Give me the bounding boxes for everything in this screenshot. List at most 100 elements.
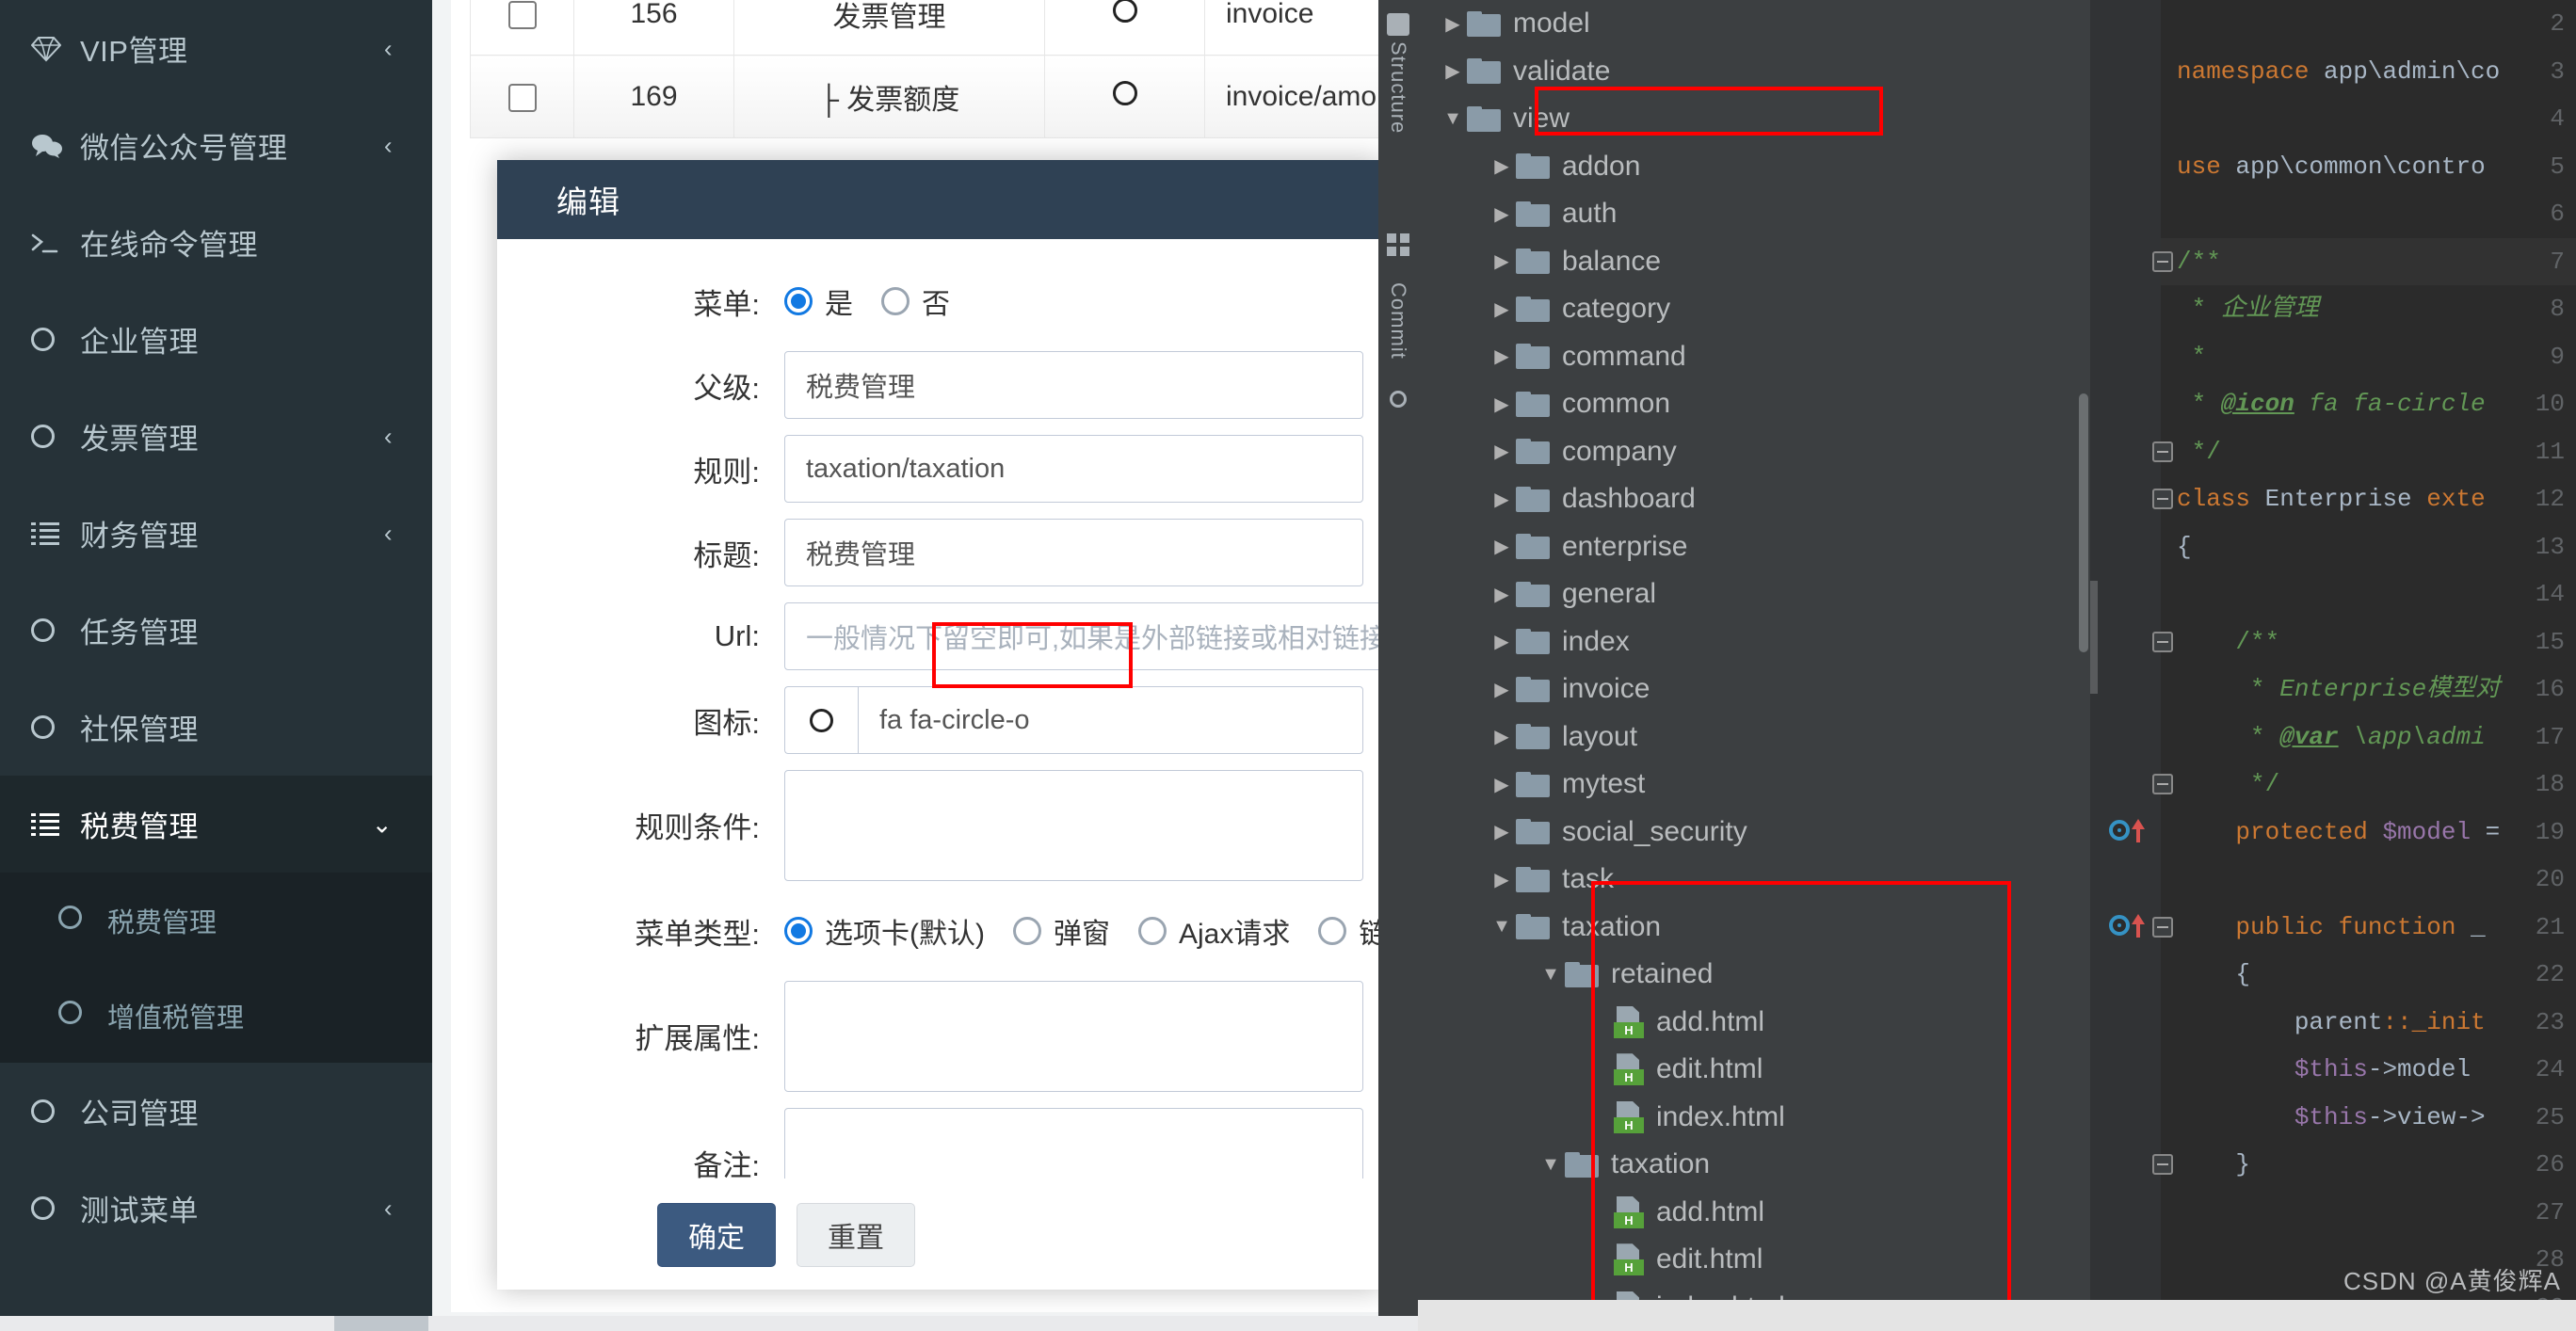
url-input[interactable]: 一般情况下留空即可,如果是外部链接或相对链接请输入 [784, 602, 1382, 670]
chevron-right-icon[interactable]: ▶ [1488, 249, 1516, 273]
tree-folder-row[interactable]: ▶ company [1418, 428, 2090, 476]
editor-code-line[interactable]: * [2177, 333, 2576, 381]
tree-folder-row[interactable]: ▶ social_security [1418, 809, 2090, 857]
sidebar-item-4[interactable]: 发票管理 ‹ [0, 388, 432, 485]
radio-menu-no[interactable]: 否 [881, 281, 950, 322]
chevron-right-icon[interactable]: ▶ [1488, 583, 1516, 606]
commit-icon[interactable] [1390, 391, 1407, 408]
editor-code-line[interactable]: parent::_init [2177, 999, 2576, 1047]
tool-label-commit[interactable]: Commit [1386, 282, 1410, 360]
grid-icon[interactable] [1387, 233, 1409, 256]
editor-code-line[interactable] [2177, 570, 2576, 618]
row-checkbox-cell[interactable] [470, 0, 574, 56]
radio-menu-type-3[interactable]: 链接 [1318, 910, 1382, 952]
radio-group-menu[interactable]: 是 否 [784, 281, 1363, 322]
editor-code-line[interactable]: public function _ [2177, 904, 2576, 952]
chevron-right-icon[interactable]: ▶ [1488, 535, 1516, 558]
editor-code-line[interactable]: { [2177, 523, 2576, 571]
sidebar-item-9[interactable]: 公司管理 [0, 1063, 432, 1160]
chevron-down-icon[interactable]: ▼ [1488, 916, 1516, 938]
sidebar-item-0[interactable]: VIP管理 ‹ [0, 0, 432, 97]
tree-folder-row[interactable]: ▶ task [1418, 856, 2090, 904]
editor-code-line[interactable]: * @icon fa fa-circle [2177, 380, 2576, 428]
tree-folder-row[interactable]: ▶ auth [1418, 190, 2090, 238]
chevron-right-icon[interactable]: ▶ [1488, 202, 1516, 226]
chevron-right-icon[interactable]: ▶ [1488, 725, 1516, 748]
chevron-right-icon[interactable]: ▶ [1488, 678, 1516, 701]
editor-code-line[interactable]: /** [2177, 238, 2576, 286]
extend-textarea[interactable] [784, 981, 1363, 1092]
editor-code-line[interactable]: $this->model [2177, 1046, 2576, 1094]
editor-code-line[interactable]: * 企业管理 [2177, 285, 2576, 333]
chevron-down-icon[interactable]: ▼ [1537, 964, 1565, 986]
project-file-tree[interactable]: ▶ model ▶ validate ▼ view ▶ addon ▶ auth ▶ balance ▶… [1418, 0, 2090, 1331]
condition-textarea[interactable] [784, 770, 1363, 881]
sidebar-item-3[interactable]: 企业管理 [0, 291, 432, 388]
rule-input[interactable]: taxation/taxation [784, 435, 1363, 503]
code-fold-icon[interactable] [2152, 489, 2173, 509]
tree-folder-row[interactable]: ▶ validate [1418, 48, 2090, 96]
editor-code-line[interactable]: use app\common\contro [2177, 143, 2576, 191]
code-fold-icon[interactable] [2152, 774, 2173, 794]
project-icon[interactable] [1387, 13, 1409, 36]
code-fold-icon[interactable] [2152, 631, 2173, 652]
editor-code-line[interactable]: $this->view-> [2177, 1094, 2576, 1142]
chevron-right-icon[interactable]: ▶ [1488, 630, 1516, 653]
tree-folder-row[interactable]: ▼ retained [1418, 951, 2090, 999]
tree-file-row[interactable]: Hedit.html [1418, 1236, 2090, 1284]
editor-code-line[interactable] [2177, 0, 2576, 48]
icon-input[interactable]: fa fa-circle-o [858, 686, 1363, 754]
gutter-override-icon[interactable] [2109, 913, 2145, 939]
chevron-right-icon[interactable]: ▶ [1488, 154, 1516, 178]
chevron-right-icon[interactable]: ▶ [1439, 12, 1467, 36]
editor-code-line[interactable]: * Enterprise模型对 [2177, 666, 2576, 714]
tree-folder-row[interactable]: ▶ category [1418, 285, 2090, 333]
editor-code-line[interactable]: protected $model = [2177, 809, 2576, 857]
browser-scroll-thumb[interactable] [334, 1316, 428, 1331]
sidebar-item-1[interactable]: 微信公众号管理 ‹ [0, 97, 432, 194]
tree-folder-row[interactable]: ▼ taxation [1418, 1141, 2090, 1189]
edit-dialog[interactable]: 编辑 菜单: 是 否 父级: 税费管理 规则: taxation/taxatio… [497, 160, 1382, 1290]
tree-folder-row[interactable]: ▶ model [1418, 0, 2090, 48]
chevron-down-icon[interactable]: ▼ [1439, 108, 1467, 130]
confirm-button[interactable]: 确定 [657, 1202, 776, 1267]
chevron-right-icon[interactable]: ▶ [1439, 59, 1467, 83]
chevron-right-icon[interactable]: ▶ [1488, 440, 1516, 463]
tree-folder-row[interactable]: ▼ taxation [1418, 904, 2090, 952]
gutter-override-icon[interactable] [2109, 818, 2145, 844]
chevron-right-icon[interactable]: ▶ [1488, 820, 1516, 843]
chevron-right-icon[interactable]: ▶ [1488, 297, 1516, 321]
chevron-right-icon[interactable]: ▶ [1488, 773, 1516, 796]
editor-code-line[interactable] [2177, 1189, 2576, 1237]
code-fold-icon[interactable] [2152, 916, 2173, 938]
editor-code-line[interactable]: } [2177, 1141, 2576, 1189]
sidebar-subitem-1[interactable]: 增值税管理 [0, 968, 432, 1063]
code-fold-icon[interactable] [2152, 250, 2173, 272]
parent-select[interactable]: 税费管理 [784, 351, 1363, 419]
tree-file-row[interactable]: Hadd.html [1418, 1189, 2090, 1237]
tool-label-structure[interactable]: Structure [1386, 41, 1410, 134]
chevron-down-icon[interactable]: ▼ [1537, 1154, 1565, 1176]
editor-code-line[interactable]: class Enterprise exte [2177, 475, 2576, 523]
table-row[interactable]: 169├ 发票额度 invoice/amount [470, 55, 1378, 138]
tree-folder-row[interactable]: ▼ view [1418, 95, 2090, 143]
tree-folder-row[interactable]: ▶ dashboard [1418, 475, 2090, 523]
title-input[interactable]: 税费管理 [784, 519, 1363, 586]
tree-folder-row[interactable]: ▶ addon [1418, 143, 2090, 191]
editor-code-line[interactable]: * @var \app\admi [2177, 714, 2576, 762]
row-checkbox-cell[interactable] [470, 55, 574, 138]
code-editor[interactable]: 2 3 namespace app\admin\co 4 5 use app\common… [2090, 0, 2576, 1331]
sidebar-subitem-0[interactable]: 税费管理 [0, 873, 432, 968]
reset-button[interactable]: 重置 [797, 1202, 915, 1267]
tree-folder-row[interactable]: ▶ mytest [1418, 761, 2090, 809]
checkbox-icon[interactable] [507, 83, 537, 112]
sidebar-item-6[interactable]: 任务管理 [0, 582, 432, 679]
editor-code-line[interactable]: */ [2177, 761, 2576, 809]
editor-code-line[interactable]: */ [2177, 428, 2576, 476]
table-row[interactable]: 156 发票管理 invoice [470, 0, 1378, 56]
sidebar-item-5[interactable]: 财务管理 ‹ [0, 485, 432, 582]
tree-scrollbar[interactable] [2079, 393, 2088, 652]
editor-code-line[interactable]: /** [2177, 618, 2576, 666]
editor-code-line[interactable] [2177, 95, 2576, 143]
editor-code-line[interactable] [2177, 856, 2576, 904]
